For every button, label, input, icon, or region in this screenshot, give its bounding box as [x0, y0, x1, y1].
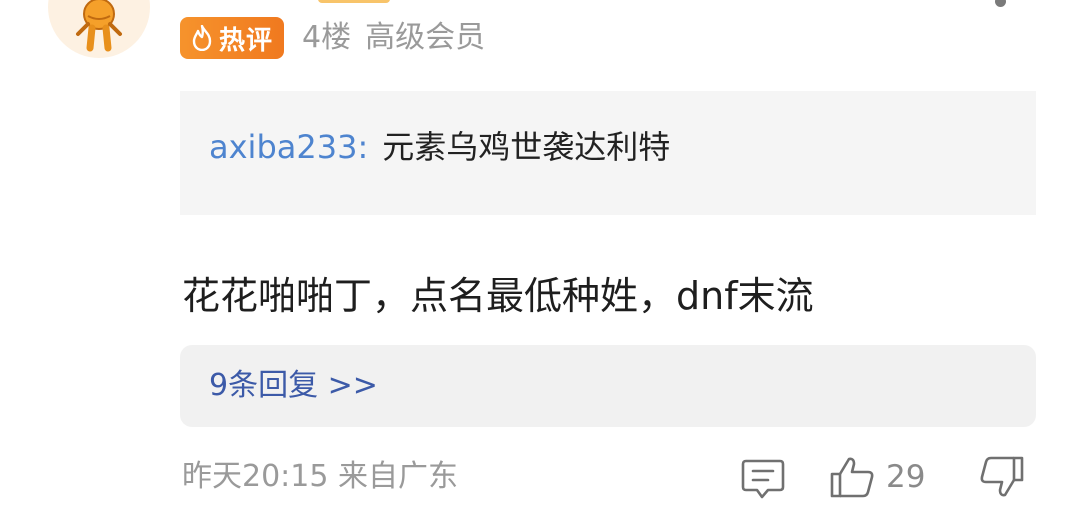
fire-icon [192, 25, 212, 51]
avatar-figure [76, 0, 122, 52]
avatar[interactable] [48, 0, 150, 58]
member-level: 高级会员 [365, 20, 486, 55]
quoted-comment[interactable]: axiba233: 元素乌鸡世袭达利特 [180, 91, 1036, 215]
thumbs-up-icon[interactable] [829, 455, 875, 499]
comment-time-location: 昨天20:15 来自广东 [182, 459, 458, 494]
view-replies-link[interactable]: 9条回复 >> [209, 366, 378, 406]
thumbs-down-icon[interactable] [979, 455, 1025, 499]
floor-number: 4楼 [302, 20, 352, 55]
quoted-comment-text: axiba233: 元素乌鸡世袭达利特 [209, 127, 670, 167]
hot-comment-badge: 热评 [180, 17, 284, 59]
replies-panel[interactable]: 9条回复 >> [180, 345, 1036, 427]
quoted-username[interactable]: axiba233: [209, 128, 368, 166]
quoted-content: 元素乌鸡世袭达利特 [382, 128, 671, 166]
comment-icon[interactable] [741, 458, 785, 500]
like-count: 29 [886, 459, 926, 495]
hot-badge-label: 热评 [218, 25, 273, 56]
comment-body: 花花啪啪丁，点名最低种姓，dnf末流 [182, 274, 814, 318]
more-icon[interactable] [995, 0, 1006, 7]
level-badge-edge [318, 0, 390, 3]
comment-meta: 4楼 高级会员 [302, 18, 485, 58]
